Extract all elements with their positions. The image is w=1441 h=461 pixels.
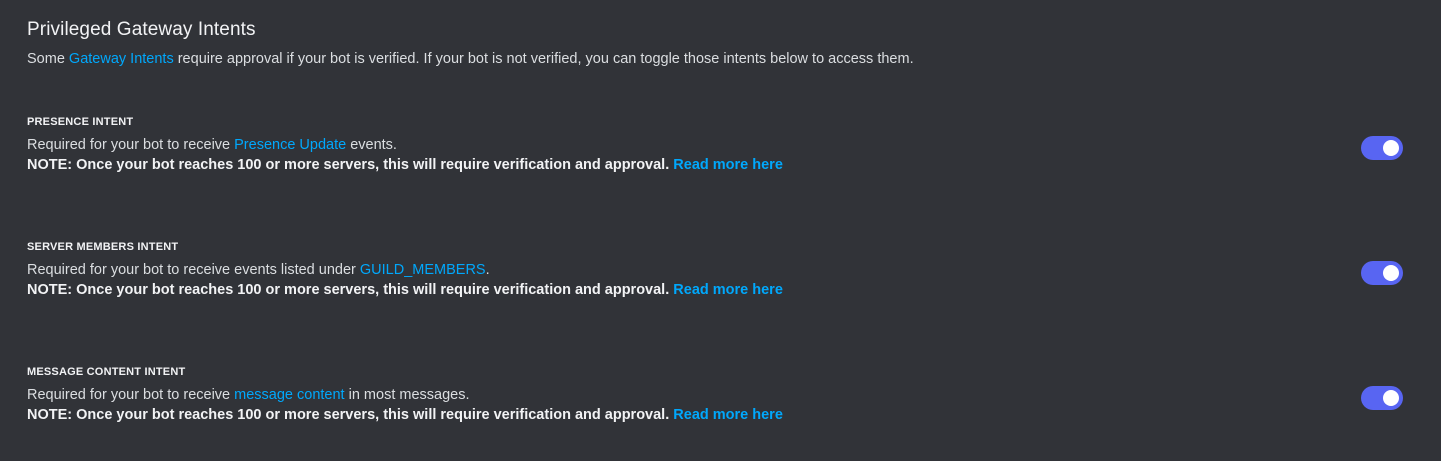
subtitle-prefix: Some: [27, 51, 69, 67]
toggle-knob: [1383, 265, 1399, 281]
server-members-read-more-link[interactable]: Read more here: [673, 282, 783, 298]
message-content-read-more-link[interactable]: Read more here: [673, 407, 783, 423]
server-members-intent-description: Required for your bot to receive events …: [27, 262, 490, 278]
subtitle-suffix: require approval if your bot is verified…: [173, 51, 914, 67]
presence-desc-suffix: events.: [346, 137, 397, 153]
message-content-intent-description: Required for your bot to receive message…: [27, 387, 470, 403]
presence-note-text: NOTE: Once your bot reaches 100 or more …: [27, 157, 674, 173]
page-subtitle: Some Gateway Intents require approval if…: [27, 51, 914, 67]
presence-intent-heading: PRESENCE INTENT: [27, 116, 134, 128]
page-title: Privileged Gateway Intents: [27, 19, 256, 40]
presence-desc-prefix: Required for your bot to receive: [27, 137, 235, 153]
presence-intent-toggle[interactable]: [1361, 136, 1403, 160]
message-content-intent-heading: MESSAGE CONTENT INTENT: [27, 366, 186, 378]
server-members-intent-note: NOTE: Once your bot reaches 100 or more …: [27, 282, 783, 298]
server-members-note-text: NOTE: Once your bot reaches 100 or more …: [27, 282, 674, 298]
message-content-intent-note: NOTE: Once your bot reaches 100 or more …: [27, 407, 783, 423]
message-content-desc-suffix: in most messages.: [344, 387, 470, 403]
message-content-intent-toggle[interactable]: [1361, 386, 1403, 410]
server-members-intent-row: SERVER MEMBERS INTENT Required for your …: [27, 241, 1407, 321]
presence-update-link[interactable]: Presence Update: [234, 137, 346, 153]
message-content-note-text: NOTE: Once your bot reaches 100 or more …: [27, 407, 674, 423]
message-content-link[interactable]: message content: [234, 387, 344, 403]
message-content-desc-prefix: Required for your bot to receive: [27, 387, 235, 403]
toggle-knob: [1383, 140, 1399, 156]
gateway-intents-link[interactable]: Gateway Intents: [69, 51, 174, 67]
message-content-intent-row: MESSAGE CONTENT INTENT Required for your…: [27, 366, 1407, 446]
presence-intent-row: PRESENCE INTENT Required for your bot to…: [27, 116, 1407, 196]
presence-intent-note: NOTE: Once your bot reaches 100 or more …: [27, 157, 783, 173]
toggle-knob: [1383, 390, 1399, 406]
presence-intent-description: Required for your bot to receive Presenc…: [27, 137, 397, 153]
server-members-intent-toggle[interactable]: [1361, 261, 1403, 285]
server-members-desc-suffix: .: [485, 262, 490, 278]
guild-members-link[interactable]: GUILD_MEMBERS: [360, 262, 486, 278]
server-members-intent-heading: SERVER MEMBERS INTENT: [27, 241, 179, 253]
server-members-desc-prefix: Required for your bot to receive events …: [27, 262, 360, 278]
presence-read-more-link[interactable]: Read more here: [673, 157, 783, 173]
